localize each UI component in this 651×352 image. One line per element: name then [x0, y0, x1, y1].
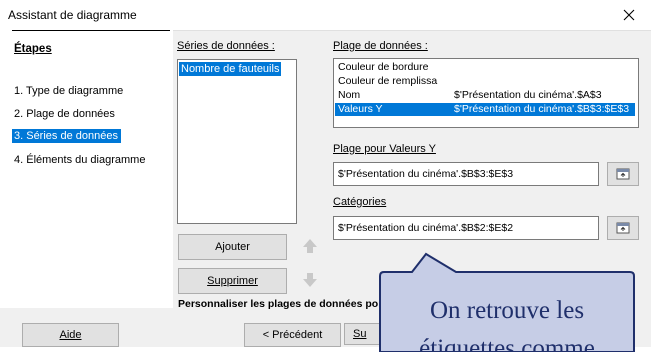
categories-text: $'Présentation du cinéma'.$B$2:$E$2 — [338, 222, 514, 234]
range-row-selected[interactable]: Valeurs Y $'Présentation du cinéma'.$B$3… — [335, 103, 635, 116]
range-value: $'Présentation du cinéma'.$B$3:$E$3 — [454, 103, 630, 115]
categories-label: Catégories — [333, 196, 387, 208]
series-item[interactable]: Nombre de fauteuils — [179, 62, 282, 76]
title-bar: Assistant de diagramme — [0, 0, 651, 31]
y-values-shrink-button[interactable] — [607, 162, 639, 186]
range-role: Nom — [338, 89, 361, 101]
range-row[interactable]: Couleur de remplissa — [335, 75, 635, 88]
move-up-button[interactable] — [298, 234, 322, 258]
callout-line-1: On retrouve les — [430, 297, 584, 324]
close-button[interactable] — [607, 0, 651, 30]
arrow-up-icon — [303, 239, 317, 253]
chart-wizard-dialog: Assistant de diagramme Étapes 1. Type de… — [0, 0, 651, 352]
steps-panel: Étapes 1. Type de diagramme 2. Plage de … — [0, 30, 173, 308]
previous-label: < Précédent — [262, 329, 323, 341]
range-row[interactable]: Couleur de bordure — [335, 61, 635, 74]
help-button[interactable]: Aide — [22, 323, 119, 347]
steps-divider — [12, 30, 170, 31]
step-chart-elements[interactable]: 4. Éléments du diagramme — [14, 154, 145, 166]
range-value: $'Présentation du cinéma'.$A$3 — [454, 89, 602, 101]
steps-heading: Étapes — [14, 43, 52, 55]
data-range-label-text: Plage de données : — [333, 40, 428, 52]
series-label: Séries de données : — [177, 40, 275, 52]
remove-label: Supprimer — [207, 275, 258, 287]
y-values-text: $'Présentation du cinéma'.$B$3:$E$3 — [338, 168, 514, 180]
close-icon — [623, 9, 635, 21]
data-range-label: Plage de données : — [333, 40, 428, 52]
customize-ranges-label: Personnaliser les plages de données po — [178, 298, 379, 310]
callout-line-2: étiquettes comme — [419, 335, 595, 352]
range-role: Couleur de remplissa — [338, 75, 438, 87]
remove-button[interactable]: Supprimer — [178, 268, 287, 294]
y-values-input[interactable]: $'Présentation du cinéma'.$B$3:$E$3 — [333, 162, 599, 186]
range-role: Couleur de bordure — [338, 61, 429, 73]
callout-bubble: On retrouve les étiquettes comme — [379, 252, 635, 352]
arrow-down-icon — [303, 273, 317, 287]
shrink-icon — [616, 168, 630, 180]
help-label: Aide — [59, 329, 82, 341]
shrink-icon — [616, 222, 630, 234]
range-role: Valeurs Y — [338, 103, 383, 115]
window-title: Assistant de diagramme — [8, 8, 137, 22]
categories-shrink-button[interactable] — [607, 216, 639, 240]
step-data-range[interactable]: 2. Plage de données — [14, 108, 115, 120]
add-button[interactable]: Ajouter — [178, 234, 287, 260]
step-data-series[interactable]: 3. Séries de données — [12, 129, 121, 143]
series-list[interactable]: Nombre de fauteuils — [177, 59, 297, 224]
categories-input[interactable]: $'Présentation du cinéma'.$B$2:$E$2 — [333, 216, 599, 240]
range-row[interactable]: Nom $'Présentation du cinéma'.$A$3 — [335, 89, 635, 102]
previous-button[interactable]: < Précédent — [244, 323, 341, 347]
step-chart-type[interactable]: 1. Type de diagramme — [14, 85, 123, 97]
y-values-label: Plage pour Valeurs Y — [333, 143, 436, 155]
data-range-list[interactable]: Couleur de bordure Couleur de remplissa … — [333, 58, 639, 128]
move-down-button[interactable] — [298, 268, 322, 292]
